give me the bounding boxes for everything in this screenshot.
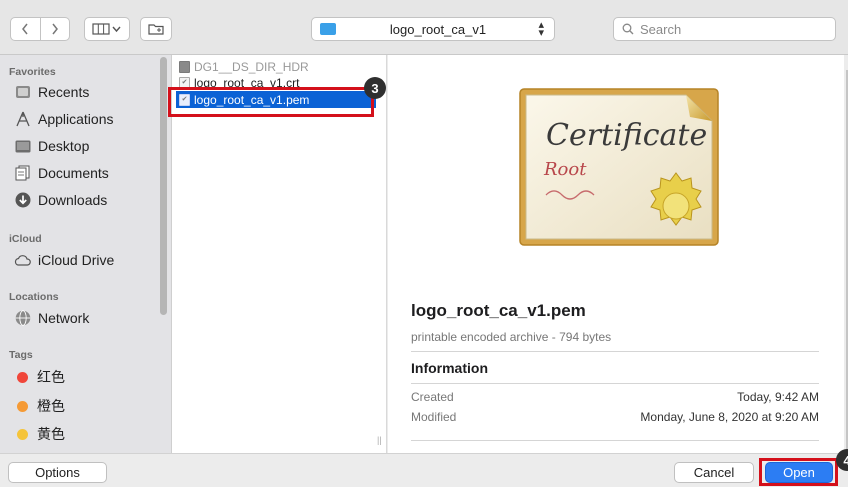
sidebar-item-label: Downloads bbox=[38, 192, 108, 208]
chevron-left-icon bbox=[22, 23, 29, 35]
back-button[interactable] bbox=[11, 18, 40, 40]
icloud-header: iCloud bbox=[9, 233, 42, 245]
sidebar-item-network[interactable]: Network bbox=[14, 305, 89, 331]
folder-icon bbox=[320, 23, 336, 35]
sidebar-item-label: 橙色 bbox=[37, 398, 65, 414]
info-row-modified: Modified Monday, June 8, 2020 at 9:20 AM bbox=[411, 410, 819, 424]
column-view-icon bbox=[92, 23, 121, 35]
locations-header: Locations bbox=[9, 291, 59, 303]
sidebar-item-recents[interactable]: Recents bbox=[14, 79, 89, 105]
preview-description: printable encoded archive - 794 bytes bbox=[411, 330, 612, 344]
highlight-box-open bbox=[759, 458, 838, 486]
view-options-button[interactable] bbox=[84, 17, 130, 41]
up-down-arrows-icon: ▴ ▾ bbox=[538, 19, 544, 39]
back-forward-group bbox=[10, 17, 70, 41]
orange-tag-dot-icon bbox=[17, 400, 28, 412]
sidebar-item-tag-orange[interactable]: 橙色 bbox=[14, 393, 65, 419]
red-tag-dot-icon bbox=[17, 371, 28, 383]
sidebar-item-tag-red[interactable]: 红色 bbox=[14, 364, 65, 390]
folder-icon bbox=[179, 60, 190, 73]
file-row: DG1__DS_DIR_HDR bbox=[176, 58, 376, 75]
cancel-button[interactable]: Cancel bbox=[674, 462, 754, 483]
column-resize-handle[interactable]: || bbox=[377, 435, 382, 445]
step-badge-3: 3 bbox=[364, 77, 386, 99]
sidebar-item-desktop[interactable]: Desktop bbox=[14, 133, 89, 159]
search-icon bbox=[622, 23, 634, 35]
sidebar-item-label: Documents bbox=[38, 165, 109, 181]
info-row-created: Created Today, 9:42 AM bbox=[411, 390, 819, 404]
sidebar-scrollbar[interactable] bbox=[160, 57, 167, 315]
sidebar-item-icloud-drive[interactable]: iCloud Drive bbox=[14, 247, 114, 273]
divider bbox=[411, 440, 819, 441]
tags-header: Tags bbox=[9, 349, 33, 361]
sidebar-item-label: Network bbox=[38, 310, 90, 326]
chevron-right-icon bbox=[52, 23, 58, 35]
applications-icon bbox=[14, 111, 31, 128]
sidebar-item-downloads[interactable]: Downloads bbox=[14, 187, 107, 213]
info-value: Today, 9:42 AM bbox=[737, 390, 819, 404]
file-name: DG1__DS_DIR_HDR bbox=[194, 59, 309, 74]
sidebar-item-documents[interactable]: Documents bbox=[14, 160, 109, 186]
certificate-subtitle: Root bbox=[543, 159, 587, 180]
sidebar-item-label: Applications bbox=[38, 111, 114, 127]
search-field[interactable]: Search bbox=[613, 17, 836, 41]
sidebar-item-applications[interactable]: Applications bbox=[14, 106, 114, 132]
certificate-thumbnail: Certificate Root bbox=[519, 88, 719, 246]
divider bbox=[411, 351, 819, 352]
information-header: Information bbox=[411, 360, 488, 376]
preview-pane: Certificate Root logo_root_ca_v1.pem pri… bbox=[388, 55, 844, 453]
sidebar-item-label: 黄色 bbox=[37, 426, 65, 442]
globe-icon bbox=[14, 310, 31, 327]
options-button[interactable]: Options bbox=[8, 462, 107, 483]
info-value: Monday, June 8, 2020 at 9:20 AM bbox=[640, 410, 819, 424]
bottom-bar: Options Cancel Open bbox=[0, 453, 848, 487]
downloads-icon bbox=[14, 192, 31, 209]
new-folder-button[interactable] bbox=[140, 17, 172, 41]
documents-icon bbox=[14, 165, 31, 182]
divider bbox=[411, 383, 819, 384]
desktop-icon bbox=[14, 138, 31, 155]
recents-icon bbox=[14, 84, 31, 101]
new-folder-icon bbox=[148, 24, 164, 35]
sidebar-item-label: Recents bbox=[38, 84, 90, 100]
info-key: Modified bbox=[411, 410, 457, 424]
sidebar-item-label: Desktop bbox=[38, 138, 90, 154]
certificate-title: Certificate bbox=[546, 118, 707, 153]
info-key: Created bbox=[411, 390, 454, 404]
preview-filename: logo_root_ca_v1.pem bbox=[411, 301, 586, 320]
sidebar-item-tag-yellow[interactable]: 黄色 bbox=[14, 421, 65, 447]
sidebar-item-label: 红色 bbox=[37, 369, 65, 385]
sidebar-item-label: iCloud Drive bbox=[38, 252, 115, 268]
search-placeholder: Search bbox=[640, 21, 682, 37]
cloud-icon bbox=[14, 252, 31, 269]
favorites-header: Favorites bbox=[9, 66, 56, 78]
toolbar: logo_root_ca_v1 ▴ ▾ Search bbox=[0, 0, 848, 55]
forward-button[interactable] bbox=[39, 18, 69, 40]
sidebar: Favorites Recents Applications Desktop D… bbox=[0, 55, 172, 453]
yellow-tag-dot-icon bbox=[17, 428, 28, 440]
location-label: logo_root_ca_v1 bbox=[389, 21, 487, 37]
location-popup[interactable]: logo_root_ca_v1 ▴ ▾ bbox=[311, 17, 555, 41]
highlight-box-file bbox=[168, 87, 374, 117]
